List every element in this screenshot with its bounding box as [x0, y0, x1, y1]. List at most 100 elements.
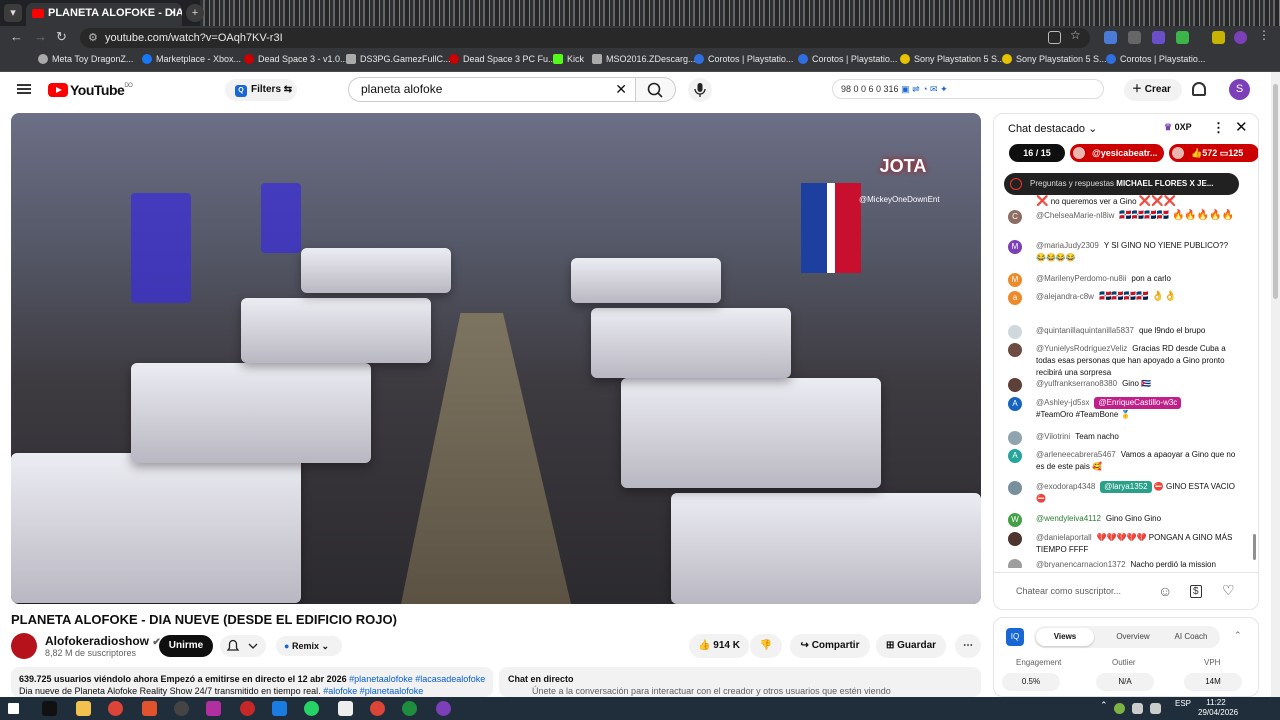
subscription-bell-button[interactable]	[220, 635, 266, 657]
pinned-user-pill[interactable]: @yesicabeatr...	[1070, 144, 1164, 162]
more-actions-button[interactable]: ⋯	[955, 634, 981, 658]
bookmark-item[interactable]: Dead Space 3 - v1.0...	[244, 54, 348, 64]
reload-icon[interactable]: ↻	[56, 29, 67, 45]
chat-menu-icon[interactable]: ⋮	[1212, 120, 1225, 136]
chrome-icon[interactable]	[436, 701, 451, 716]
back-icon[interactable]: ←	[10, 29, 23, 44]
chrome-icon[interactable]	[108, 701, 123, 716]
tab-list-button[interactable]: ▾	[4, 4, 22, 22]
account-avatar[interactable]: S	[1229, 79, 1250, 100]
filters-button[interactable]: Q Filters ⇆	[225, 79, 297, 101]
new-tab-button[interactable]: +	[186, 4, 204, 22]
bookmark-item[interactable]: Dead Space 3 PC Fu...	[449, 54, 556, 64]
user-avatar: a	[1008, 291, 1022, 305]
tray-chevron-icon[interactable]: ⌃	[1100, 700, 1108, 711]
bookmark-item[interactable]: Corotos | Playstatio...	[694, 54, 793, 64]
language-indicator[interactable]: ESP	[1175, 699, 1191, 708]
tab-close-icon[interactable]: ×	[170, 3, 176, 24]
extension-stats-bar[interactable]: 98 0 0 6 0 316 ▣ ⇌ ◔ ✉ ✦	[832, 79, 1104, 99]
chat-mode-dropdown[interactable]: Chat destacado ⌄	[1008, 122, 1097, 135]
tab-overview[interactable]: Overview	[1104, 626, 1162, 648]
video-scene	[261, 183, 301, 253]
bookmark-item[interactable]: Corotos | Playstatio...	[1106, 54, 1205, 64]
scrollbar-thumb[interactable]	[1273, 84, 1278, 299]
channel-avatar[interactable]	[11, 633, 37, 659]
browser-tab-active[interactable]: PLANETA ALOFOKE - DIA N ×	[26, 3, 182, 26]
dislike-button[interactable]: 👎	[750, 634, 782, 658]
tab-ai-coach[interactable]: AI Coach	[1162, 626, 1220, 648]
forward-icon[interactable]: →	[34, 29, 47, 44]
extension-icon[interactable]	[1104, 31, 1117, 44]
bookmark-item[interactable]: DS3PG.GamezFullC...	[346, 54, 451, 64]
like-button[interactable]: 👍 914 K	[689, 634, 749, 658]
tray-icon[interactable]	[1150, 703, 1161, 714]
save-button[interactable]: ⊞ Guardar	[876, 634, 946, 658]
video-scene	[131, 193, 191, 303]
browser-menu-icon[interactable]: ⋮	[1258, 28, 1271, 42]
app-icon[interactable]	[240, 701, 255, 716]
channel-name[interactable]: Alofokeradioshow ✔	[45, 634, 161, 648]
bookmark-item[interactable]: Corotos | Playstatio...	[798, 54, 897, 64]
site-info-icon[interactable]: ⚙	[88, 28, 98, 48]
tray-icon[interactable]	[1132, 703, 1143, 714]
description-hashtags[interactable]: #alofoke #planetaalofoke	[323, 686, 423, 696]
app-icon[interactable]	[272, 701, 287, 716]
chrome-icon[interactable]	[402, 701, 417, 716]
tiktok-icon[interactable]	[42, 701, 57, 716]
app-icon[interactable]	[338, 701, 353, 716]
collapse-icon[interactable]: ⌃	[1234, 630, 1242, 641]
heart-icon[interactable]: ♡	[1222, 582, 1235, 599]
search-input[interactable]: planeta alofoke ✕	[348, 77, 636, 102]
share-button[interactable]: ↪ Compartir	[790, 634, 870, 658]
extension-icon[interactable]	[1176, 31, 1189, 44]
whatsapp-icon[interactable]	[304, 701, 319, 716]
bookmark-item[interactable]: Sony Playstation 5 S...	[900, 54, 1005, 64]
app-icon[interactable]	[206, 701, 221, 716]
bookmark-star-icon[interactable]: ☆	[1070, 28, 1083, 42]
tray-icon[interactable]	[1114, 703, 1125, 714]
search-button[interactable]	[636, 77, 676, 102]
bookmark-item[interactable]: MSO2016.ZDescarg...	[592, 54, 696, 64]
user-mention[interactable]: @larya1352	[1100, 481, 1152, 493]
bookmark-item[interactable]: Marketplace - Xbox...	[142, 54, 241, 64]
description-hashtags[interactable]: #planetaalofoke #lacasadealofoke	[349, 674, 485, 684]
system-clock[interactable]: 11:22 29/04/2026	[1198, 698, 1238, 718]
join-button[interactable]: Unirme	[159, 635, 213, 657]
super-chat-icon[interactable]: $	[1190, 585, 1202, 598]
chrome-icon[interactable]	[370, 701, 385, 716]
remix-button[interactable]: ● Remix ⌄	[276, 636, 342, 656]
user-avatar	[1008, 343, 1022, 357]
chat-message: A @Ashley-jd5sx @EnriqueCastillo-w3c #TeamO…	[1008, 397, 1238, 421]
profile-icon[interactable]	[1234, 31, 1247, 44]
windows-start-icon[interactable]	[8, 703, 19, 714]
brave-icon[interactable]	[142, 701, 157, 716]
chat-pager[interactable]: 16 / 15	[1009, 144, 1065, 162]
youtube-logo[interactable]: YouTubeDO	[48, 82, 133, 98]
clear-search-icon[interactable]: ✕	[615, 78, 627, 101]
bookmark-item[interactable]: Meta Toy DragonZ...	[38, 54, 133, 64]
voice-search-button[interactable]	[688, 78, 712, 102]
url-field[interactable]: ⚙ youtube.com/watch?v=OAqh7KV-r3I	[80, 28, 1090, 48]
chat-scrollbar[interactable]	[1253, 534, 1256, 560]
file-explorer-icon[interactable]	[76, 701, 91, 716]
user-mention[interactable]: @EnriqueCastillo-w3c	[1094, 397, 1182, 409]
extension-icon[interactable]	[1212, 31, 1225, 44]
create-button[interactable]: ＋ Crear	[1124, 79, 1182, 101]
video-player[interactable]: JOTA @MickeyOneDownEnt	[11, 113, 981, 604]
bookmark-item[interactable]: Kick	[553, 54, 584, 64]
emoji-icon[interactable]: ☺	[1158, 583, 1172, 599]
bookmark-item[interactable]: Sony Playstation 5 S...	[1002, 54, 1107, 64]
extension-icon[interactable]	[1152, 31, 1165, 44]
notifications-icon[interactable]	[1192, 82, 1206, 96]
app-icon[interactable]	[174, 701, 189, 716]
cast-icon[interactable]	[1048, 31, 1061, 44]
user-avatar	[1073, 147, 1085, 159]
menu-icon[interactable]	[17, 84, 31, 94]
chat-input[interactable]: Chatear como suscriptor... ☺ $ ♡	[994, 572, 1258, 609]
close-chat-icon[interactable]: ✕	[1235, 118, 1248, 136]
tab-views[interactable]: Views	[1036, 628, 1094, 646]
page-scrollbar[interactable]	[1271, 72, 1280, 697]
pinned-stats-pill[interactable]: 👍572 ▭125	[1169, 144, 1258, 162]
extension-icon[interactable]	[1128, 31, 1141, 44]
video-description[interactable]: 639.725 usuarios viéndolo ahora Empezó a…	[11, 667, 493, 697]
